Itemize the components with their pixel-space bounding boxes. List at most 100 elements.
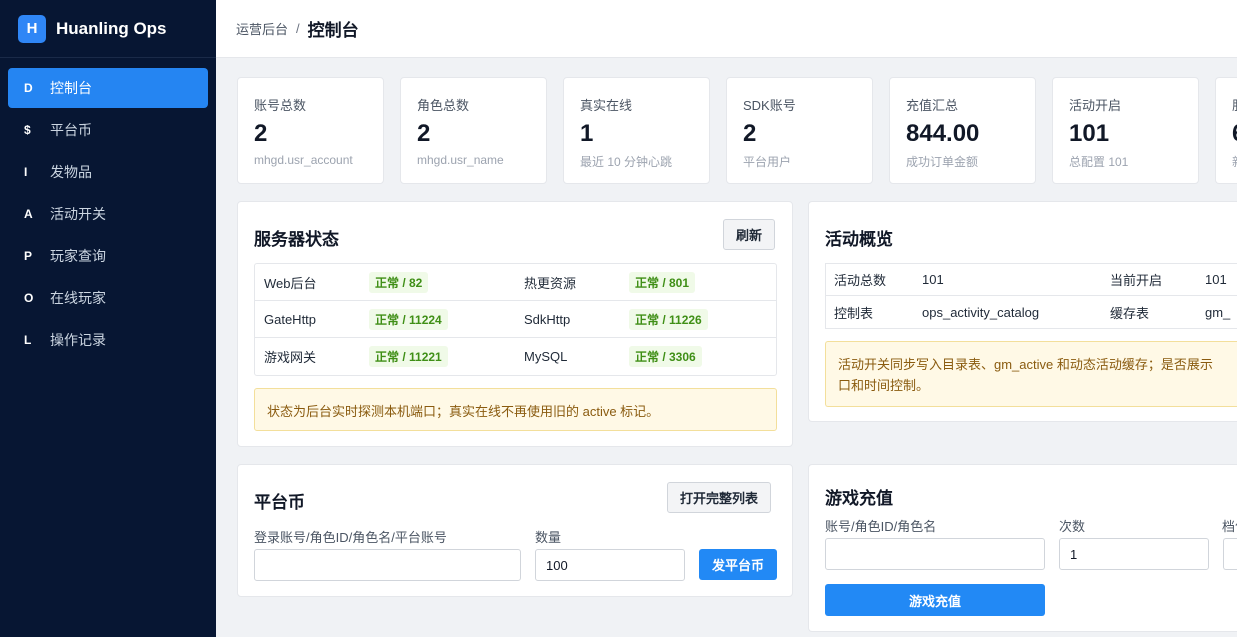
table-value: gm_ — [1205, 304, 1231, 320]
sidebar-item-activity-switch[interactable]: A 活动开关 — [8, 194, 208, 234]
refresh-button[interactable]: 刷新 — [723, 219, 776, 250]
sidebar-item-send-items[interactable]: I 发物品 — [8, 152, 208, 192]
header: 运营后台 / 控制台 — [216, 0, 1237, 58]
status-badge: 正常 / 11221 — [369, 346, 448, 367]
stat-sub: 成功订单金额 — [906, 155, 979, 169]
stat-card-roles: 角色总数 2 mhgd.usr_name — [400, 77, 547, 184]
tier-field-label: 档位 — [1222, 519, 1237, 534]
stat-label: 充值汇总 — [906, 98, 959, 113]
table-key: 控制表 — [834, 305, 874, 321]
recharge-count-input[interactable]: 1 — [1059, 538, 1209, 570]
status-badge: 正常 / 3306 — [629, 346, 702, 367]
sidebar-item-label: 活动开关 — [50, 206, 106, 222]
breadcrumb-parent[interactable]: 运营后台 — [236, 19, 288, 38]
panel-title: 游戏充值 — [825, 489, 893, 508]
breadcrumb-separator: / — [296, 21, 300, 36]
table-value: 101 — [922, 272, 944, 287]
open-full-list-button[interactable]: 打开完整列表 — [667, 482, 772, 513]
table-row: GateHttp 正常 / 11224 SdkHttp 正常 / 11226 — [255, 301, 776, 338]
recharge-account-input[interactable] — [825, 538, 1045, 570]
sidebar-item-label: 平台币 — [50, 122, 92, 138]
panel-title: 活动概览 — [825, 230, 893, 249]
nav-key-icon: P — [24, 249, 33, 263]
status-badge: 正常 / 801 — [629, 271, 696, 293]
stat-card-sdk: SDK账号 2 平台用户 — [726, 77, 873, 184]
tier-select[interactable] — [1223, 538, 1237, 570]
account-input[interactable] — [254, 549, 521, 581]
stat-card-accounts: 账号总数 2 mhgd.usr_account — [237, 77, 384, 184]
sidebar: H Huanling Ops D 控制台 $ 平台币 I 发物品 A 活动开关 … — [0, 0, 216, 637]
account-field-label: 登录账号/角色ID/角色名/平台账号 — [254, 530, 447, 545]
server-status-notice: 状态为后台实时探测本机端口；真实在线不再使用旧的 active 标记。 — [254, 388, 777, 431]
stat-card-servers: 服 6 新 — [1215, 77, 1237, 184]
server-status-panel: 服务器状态 刷新 Web后台 正常 / 82 热更资源 正常 / 801 Gat… — [237, 201, 793, 447]
brand-name: Huanling Ops — [56, 18, 167, 38]
sidebar-item-label: 操作记录 — [50, 332, 106, 348]
activity-table: 活动总数 101 当前开启 101 控制表 ops_activity_catal… — [825, 263, 1237, 329]
panel-title: 平台币 — [254, 493, 305, 512]
table-key: 当前开启 — [1110, 273, 1163, 288]
page-title: 控制台 — [307, 21, 359, 40]
sidebar-nav: D 控制台 $ 平台币 I 发物品 A 活动开关 P 玩家查询 O 在线玩家 L… — [0, 58, 216, 372]
amount-input[interactable]: 100 — [535, 549, 685, 581]
stat-sub: 最近 10 分钟心跳 — [580, 155, 673, 169]
table-row: 活动总数 101 当前开启 101 — [826, 264, 1237, 296]
status-badge: 正常 / 11224 — [369, 308, 448, 330]
stat-label: 账号总数 — [254, 98, 307, 113]
panel-title: 服务器状态 — [254, 230, 339, 249]
nav-key-icon: O — [24, 291, 34, 305]
stat-sub: mhgd.usr_name — [417, 153, 504, 167]
stat-sub: 平台用户 — [743, 155, 792, 169]
stat-value: 101 — [1069, 120, 1110, 147]
nav-key-icon: D — [24, 81, 33, 95]
notice-line: 活动开关同步写入目录表、gm_active 和动态活动缓存；是否展示 — [838, 357, 1213, 372]
sidebar-item-operation-log[interactable]: L 操作记录 — [8, 320, 208, 360]
service-name: 热更资源 — [524, 275, 577, 291]
stat-card-activities: 活动开启 101 总配置 101 — [1052, 77, 1199, 184]
service-name: 游戏网关 — [264, 350, 317, 365]
table-key: 活动总数 — [834, 273, 887, 288]
sidebar-item-player-query[interactable]: P 玩家查询 — [8, 236, 208, 276]
stat-value: 2 — [743, 120, 757, 147]
table-row: 游戏网关 正常 / 11221 MySQL 正常 / 3306 — [255, 338, 776, 375]
notice-line: 口和时间控制。 — [838, 378, 930, 393]
stat-card-online: 真实在线 1 最近 10 分钟心跳 — [563, 77, 710, 184]
account-field-label: 账号/角色ID/角色名 — [825, 519, 937, 534]
stat-value: 2 — [417, 120, 431, 147]
brand-logo: H — [18, 14, 46, 43]
stat-label: 角色总数 — [417, 98, 470, 113]
sidebar-item-online-players[interactable]: O 在线玩家 — [8, 278, 208, 318]
table-value: ops_activity_catalog — [922, 304, 1040, 320]
sidebar-item-label: 控制台 — [50, 80, 92, 96]
status-badge: 正常 / 82 — [369, 271, 429, 293]
server-status-table: Web后台 正常 / 82 热更资源 正常 / 801 GateHttp 正常 … — [254, 263, 777, 376]
count-field-label: 次数 — [1059, 519, 1086, 534]
stat-card-recharge: 充值汇总 844.00 成功订单金额 — [889, 77, 1036, 184]
amount-field-label: 数量 — [535, 530, 562, 545]
service-name: Web后台 — [264, 275, 317, 291]
sidebar-item-dashboard[interactable]: D 控制台 — [8, 68, 208, 108]
table-row: 控制表 ops_activity_catalog 缓存表 gm_ — [826, 296, 1237, 328]
game-recharge-button[interactable]: 游戏充值 — [825, 584, 1045, 616]
service-name: MySQL — [524, 349, 568, 364]
activity-notice: 活动开关同步写入目录表、gm_active 和动态活动缓存；是否展示 口和时间控… — [825, 341, 1237, 407]
service-name: SdkHttp — [524, 311, 571, 327]
activity-overview-panel: 活动概览 活动总数 101 当前开启 101 控制表 ops_activity_… — [808, 201, 1237, 422]
game-recharge-panel: 游戏充值 账号/角色ID/角色名 次数 1 档位 游戏充值 — [808, 464, 1237, 632]
stat-value: 844.00 — [906, 120, 980, 147]
stat-label: SDK账号 — [743, 98, 796, 113]
brand: H Huanling Ops — [0, 0, 216, 58]
table-row: Web后台 正常 / 82 热更资源 正常 / 801 — [255, 264, 776, 301]
nav-key-icon: I — [24, 165, 28, 179]
stat-value: 1 — [580, 120, 594, 147]
stat-label: 真实在线 — [580, 98, 633, 113]
sidebar-item-platform-coin[interactable]: $ 平台币 — [8, 110, 208, 150]
send-platform-coin-button[interactable]: 发平台币 — [699, 549, 777, 580]
stat-value: 2 — [254, 120, 268, 147]
nav-key-icon: $ — [24, 123, 31, 137]
table-key: 缓存表 — [1110, 305, 1150, 321]
nav-key-icon: L — [24, 333, 32, 347]
stat-label: 活动开启 — [1069, 98, 1122, 113]
service-name: GateHttp — [264, 311, 317, 327]
table-value: 101 — [1205, 272, 1227, 287]
